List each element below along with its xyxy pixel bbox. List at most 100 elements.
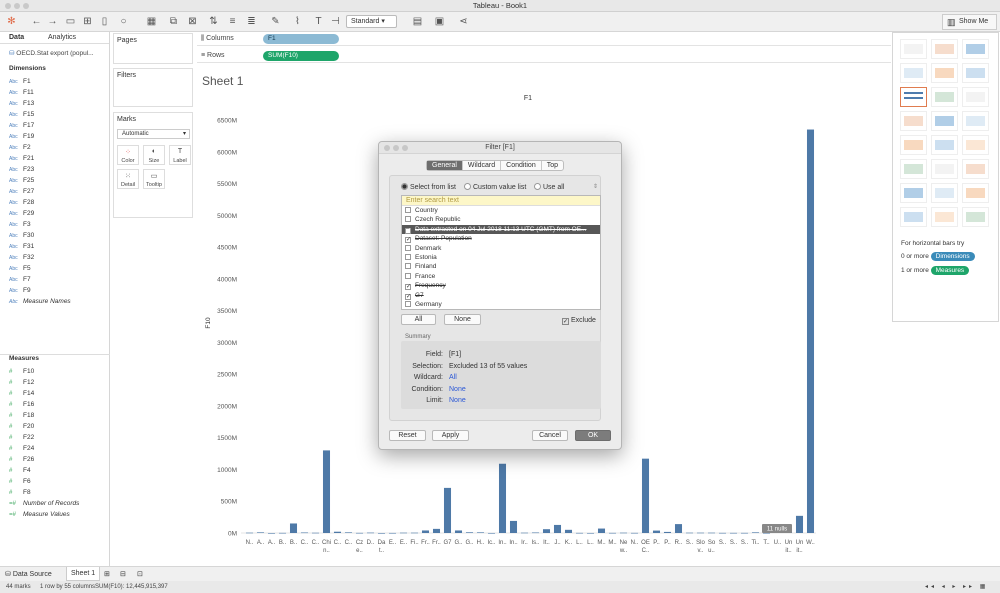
minimize-window-button[interactable] (14, 3, 20, 9)
dimension-field[interactable]: Abc F32 (9, 252, 34, 263)
chart-type-thumbnail[interactable] (962, 63, 989, 83)
show-cards-icon[interactable]: ▤ (412, 16, 423, 27)
new-datasource-icon[interactable]: ⊞ (82, 16, 93, 27)
pause-updates-icon[interactable]: ▯ (99, 16, 110, 27)
chart-type-thumbnail[interactable] (962, 183, 989, 203)
measure-field[interactable]: # F24 (9, 443, 34, 454)
new-story-icon[interactable]: ⊡ (137, 569, 143, 580)
dimension-field[interactable]: Abc F19 (9, 131, 34, 142)
filter-item-checkbox[interactable] (405, 253, 411, 260)
tab-analytics[interactable]: Analytics (48, 34, 76, 41)
measure-field[interactable]: # F20 (9, 421, 34, 432)
dialog-zoom-button[interactable] (402, 145, 408, 151)
dimension-field[interactable]: Abc F11 (9, 87, 34, 98)
dimension-field[interactable]: Abc F17 (9, 120, 34, 131)
measure-field[interactable]: # F8 (9, 487, 31, 498)
new-worksheet-icon[interactable]: ⊞ (104, 569, 110, 580)
tab-wildcard[interactable]: Wildcard (463, 161, 502, 170)
filter-item[interactable]: France (402, 272, 600, 281)
filter-item[interactable]: Czech Republic (402, 215, 600, 224)
color-button[interactable]: ⁘ Color (117, 145, 139, 165)
filter-item-checkbox[interactable] (405, 300, 411, 307)
rows-shelf[interactable]: ≡ Rows SUM(F10) (197, 50, 891, 63)
filter-item[interactable]: Country (402, 206, 600, 215)
use-all-radio[interactable]: Use all (534, 183, 564, 191)
filter-item-checkbox[interactable]: ✓ (405, 293, 411, 300)
tab-data[interactable]: Data (9, 34, 24, 41)
exclude-checkbox[interactable]: ✓ Exclude (562, 317, 596, 325)
share-icon[interactable]: ⋖ (458, 16, 469, 27)
label-button[interactable]: T Label (169, 145, 191, 165)
chart-type-thumbnail[interactable] (900, 63, 927, 83)
chart-type-thumbnail[interactable] (900, 135, 927, 155)
chart-type-thumbnail[interactable] (900, 159, 927, 179)
size-button[interactable]: ◐ Size (143, 145, 165, 165)
dimension-field[interactable]: Abc F23 (9, 164, 34, 175)
measure-field[interactable]: # F6 (9, 476, 31, 487)
pages-card[interactable]: Pages (113, 33, 193, 64)
list-options-icon[interactable]: ⇕ (593, 183, 598, 190)
measure-field[interactable]: # F18 (9, 410, 34, 421)
dimension-field[interactable]: Abc F13 (9, 98, 34, 109)
dimension-field[interactable]: Abc F21 (9, 153, 34, 164)
dimension-field[interactable]: Abc F31 (9, 241, 34, 252)
measure-field[interactable]: # F4 (9, 465, 31, 476)
swap-icon[interactable]: ⇅ (208, 16, 219, 27)
presentation-mode-icon[interactable]: ▣ (434, 16, 445, 27)
none-button[interactable]: None (444, 314, 481, 325)
chart-type-thumbnail[interactable] (931, 183, 958, 203)
filter-item-checkbox[interactable]: ✓ (405, 237, 411, 244)
filter-item-checkbox[interactable] (405, 272, 411, 279)
filter-item[interactable]: ✓ Frequency (402, 281, 600, 291)
duplicate-sheet-icon[interactable]: ⧉ (168, 16, 179, 27)
tab-general[interactable]: General (427, 161, 463, 170)
dialog-minimize-button[interactable] (393, 145, 399, 151)
datasource-item[interactable]: ⛁ OECD.Stat export (popul... (9, 49, 94, 57)
custom-value-list-radio[interactable]: Custom value list (464, 183, 526, 191)
filter-search-input[interactable]: Enter search text (402, 196, 600, 206)
dimension-field[interactable]: Abc F2 (9, 142, 31, 153)
show-me-button[interactable]: ▥ Show Me (942, 14, 997, 30)
ok-button[interactable]: OK (575, 430, 611, 441)
filter-item-checkbox[interactable] (405, 207, 411, 213)
dimension-field[interactable]: Abc F30 (9, 230, 34, 241)
chart-type-thumbnail[interactable] (931, 63, 958, 83)
chart-type-thumbnail[interactable] (962, 159, 989, 179)
sort-ascending-icon[interactable]: ≡ (227, 16, 238, 27)
dimension-field[interactable]: Abc F1 (9, 76, 31, 87)
chart-type-thumbnail[interactable] (931, 87, 958, 107)
zoom-window-button[interactable] (23, 3, 29, 9)
tab-data-source[interactable]: ⛁ Data Source (5, 569, 52, 580)
dimension-field[interactable]: Abc F5 (9, 263, 31, 274)
clear-sheet-icon[interactable]: ⊠ (187, 16, 198, 27)
columns-shelf[interactable]: ⫼ Columns F1 (197, 33, 891, 46)
new-sheet-icon[interactable]: ▦ (146, 16, 157, 27)
summary-value[interactable]: None (449, 397, 466, 404)
close-window-button[interactable] (5, 3, 11, 9)
filter-item-checkbox[interactable] (405, 263, 411, 270)
dimension-field[interactable]: Abc F25 (9, 175, 34, 186)
filter-item-checkbox[interactable] (405, 244, 411, 251)
dimension-field[interactable]: Abc F3 (9, 219, 31, 230)
measure-field[interactable]: # F16 (9, 399, 34, 410)
tab-sheet-1[interactable]: Sheet 1 (66, 567, 101, 581)
fit-select[interactable]: Standard ▾ (346, 15, 397, 28)
apply-button[interactable]: Apply (432, 430, 469, 441)
chart-type-thumbnail[interactable] (900, 87, 927, 107)
chart-type-thumbnail[interactable] (962, 39, 989, 59)
measure-field[interactable]: # F26 (9, 454, 34, 465)
select-from-list-radio[interactable]: Select from list (401, 183, 456, 191)
chart-type-thumbnail[interactable] (962, 135, 989, 155)
sort-descending-icon[interactable]: ≣ (246, 16, 257, 27)
summary-value[interactable]: None (449, 386, 466, 393)
filter-item-checkbox[interactable]: ✓ (405, 284, 411, 291)
filter-item[interactable]: ✓ Dataset: Population (402, 234, 600, 244)
tableau-logo-icon[interactable]: ✻ (6, 16, 17, 27)
tab-top[interactable]: Top (542, 161, 563, 170)
dialog-close-button[interactable] (384, 145, 390, 151)
dimension-field[interactable]: Abc Measure Names (9, 296, 71, 307)
filter-item[interactable]: Estonia (402, 253, 600, 262)
chart-type-thumbnail[interactable] (962, 207, 989, 227)
chart-type-thumbnail[interactable] (962, 87, 989, 107)
dimension-field[interactable]: Abc F15 (9, 109, 34, 120)
